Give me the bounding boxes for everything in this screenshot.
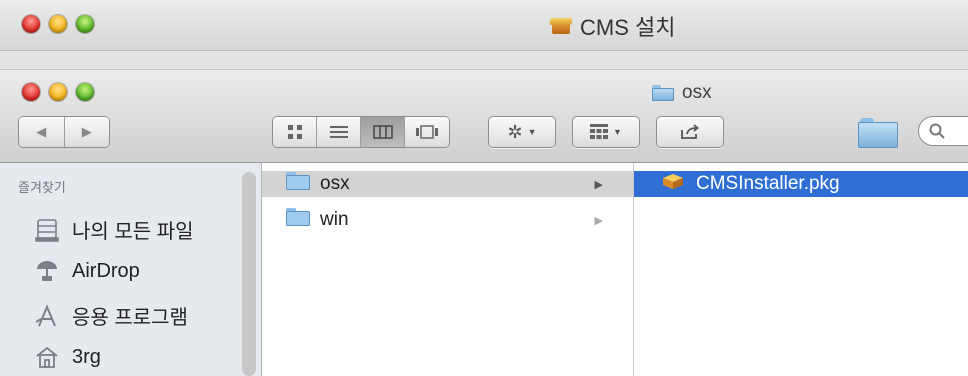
- installer-titlebar: CMS 설치: [0, 0, 968, 51]
- folder-icon: [286, 208, 310, 232]
- finder-titlebar: osx: [0, 70, 968, 163]
- installer-title: CMS 설치: [549, 10, 676, 42]
- zoom-button[interactable]: [76, 15, 94, 33]
- list-item-osx[interactable]: osx ▶: [262, 171, 633, 197]
- applications-icon: [34, 303, 60, 329]
- forward-button[interactable]: ▶: [64, 117, 109, 147]
- icon-view-button[interactable]: [273, 117, 317, 147]
- home-icon: [34, 344, 60, 370]
- disclosure-arrow-icon: ▶: [594, 214, 603, 227]
- share-icon: [681, 124, 699, 139]
- nav-buttons: ◀ ▶: [18, 116, 110, 148]
- list-item-label: osx: [320, 173, 350, 194]
- search-icon: [929, 123, 945, 139]
- minimize-button[interactable]: [49, 15, 67, 33]
- sidebar-item-applications[interactable]: 응용 프로그램: [34, 301, 188, 330]
- back-button[interactable]: ◀: [19, 117, 65, 147]
- chevron-right-icon: ▶: [81, 124, 92, 139]
- column-view-icon: [372, 125, 393, 139]
- list-view-icon: [329, 126, 348, 138]
- chevron-down-icon: ▼: [613, 127, 622, 137]
- list-item-cmsinstaller[interactable]: CMSInstaller.pkg: [634, 171, 968, 197]
- search-field[interactable]: [918, 116, 968, 146]
- finder-window-controls: [22, 83, 94, 101]
- folder-icon: [286, 172, 310, 196]
- finder-minimize-button[interactable]: [49, 83, 67, 101]
- chevron-left-icon: ◀: [36, 124, 47, 139]
- list-item-label: CMSInstaller.pkg: [696, 173, 840, 194]
- finder-title-text: osx: [682, 82, 712, 103]
- coverflow-view-button[interactable]: [405, 117, 449, 147]
- installer-title-text: CMS 설치: [580, 15, 676, 40]
- sidebar-item-label: 응용 프로그램: [72, 307, 188, 329]
- chevron-down-icon: ▼: [527, 127, 537, 137]
- grid-arrange-icon: [590, 124, 609, 139]
- view-mode-selector: [272, 116, 450, 148]
- column-view-button[interactable]: [361, 117, 405, 147]
- share-button[interactable]: [656, 116, 724, 148]
- sidebar-item-all-files[interactable]: 나의 모든 파일: [34, 215, 194, 244]
- list-view-button[interactable]: [317, 117, 361, 147]
- airdrop-icon: [34, 258, 60, 284]
- sidebar-item-label: 3rg: [72, 345, 101, 368]
- disclosure-arrow-icon: ▶: [594, 178, 603, 191]
- close-button[interactable]: [22, 15, 40, 33]
- finder-close-button[interactable]: [22, 83, 40, 101]
- action-menu-button[interactable]: ✲ ▼: [488, 116, 556, 148]
- browser-column-2: CMSInstaller.pkg: [634, 163, 968, 376]
- browser-column-1: osx ▶ win ▶: [262, 163, 634, 376]
- finder-title: osx: [652, 82, 712, 104]
- sidebar-item-label: 나의 모든 파일: [72, 221, 194, 243]
- folder-icon: [652, 85, 674, 101]
- list-item-win[interactable]: win ▶: [262, 207, 633, 233]
- search-input[interactable]: [949, 121, 968, 143]
- gear-icon: ✲: [507, 121, 523, 142]
- finder-zoom-button[interactable]: [76, 83, 94, 101]
- coverflow-view-icon: [416, 125, 438, 139]
- icon-view-icon: [287, 125, 302, 139]
- window-controls: [22, 15, 94, 33]
- sidebar: 즐겨찾기 나의 모든 파일 AirDrop 응용 프로그램 3rg: [0, 163, 262, 376]
- sidebar-scrollbar[interactable]: [242, 172, 256, 376]
- sidebar-header-favorites: 즐겨찾기: [18, 180, 66, 195]
- sidebar-item-home[interactable]: 3rg: [34, 344, 101, 370]
- arrange-menu-button[interactable]: ▼: [572, 116, 640, 148]
- sidebar-item-airdrop[interactable]: AirDrop: [34, 258, 140, 284]
- all-files-icon: [34, 217, 60, 243]
- installer-toolbar-strip: [0, 51, 968, 70]
- sidebar-item-label: AirDrop: [72, 259, 140, 282]
- package-icon: [662, 172, 684, 196]
- list-item-label: win: [320, 209, 349, 230]
- path-folder-icon[interactable]: [858, 116, 898, 148]
- package-icon: [549, 16, 573, 36]
